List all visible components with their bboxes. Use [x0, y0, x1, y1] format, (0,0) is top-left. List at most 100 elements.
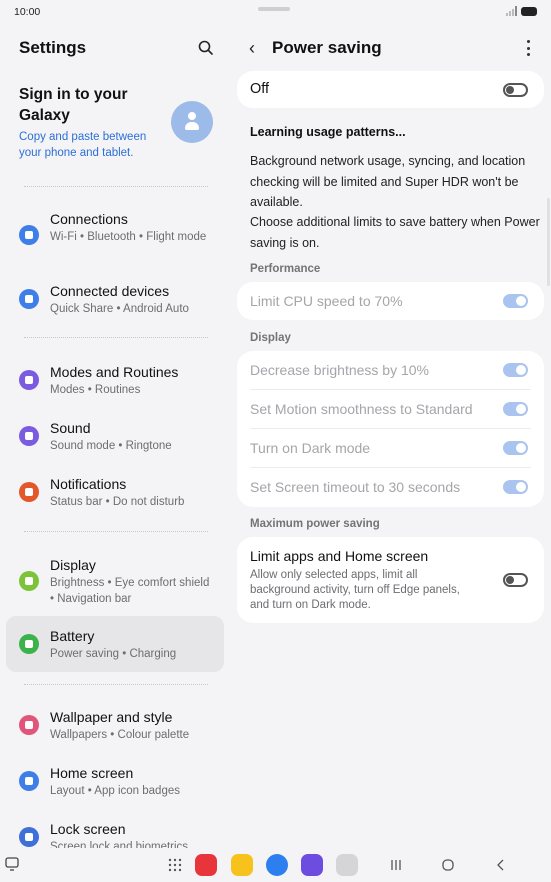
display-icon: [19, 571, 39, 591]
menu-item-subtitle: Wi-Fi • Bluetooth • Flight mode: [50, 231, 207, 243]
menu-item-wallpaper[interactable]: Wallpaper and style Wallpapers • Colour …: [6, 708, 224, 743]
menu-item-battery[interactable]: Battery Power saving • Charging: [6, 616, 224, 672]
divider: [24, 531, 208, 532]
divider: [24, 186, 208, 187]
description: Background network usage, syncing, and l…: [250, 154, 526, 209]
max-power-saving-desc: Allow only selected apps, limit all back…: [250, 569, 460, 611]
sound-icon: [19, 426, 39, 446]
wallpaper-icon: [19, 715, 39, 735]
menu-item-title: Connected devices: [50, 283, 170, 299]
menu-item-title: Connections: [50, 211, 128, 227]
performance-card: Limit CPU speed to 70%: [237, 282, 544, 320]
menu-item-display[interactable]: Display Brightness • Eye comfort shield …: [6, 556, 224, 607]
menu-item-notifications[interactable]: Notifications Status bar • Do not distur…: [6, 475, 224, 510]
menu-item-subtitle: Status bar • Do not disturb: [50, 496, 185, 508]
menu-item-subtitle: Layout • App icon badges: [50, 785, 180, 797]
search-icon[interactable]: [196, 38, 216, 58]
section-performance: Performance: [250, 263, 321, 275]
battery-status-icon: [521, 6, 537, 16]
brightness-row: Decrease brightness by 10%: [250, 362, 429, 378]
avatar[interactable]: [171, 101, 213, 143]
battery-icon: [19, 634, 39, 654]
app-icon-yellow[interactable]: [231, 854, 253, 876]
menu-item-connections[interactable]: Connections Wi-Fi • Bluetooth • Flight m…: [6, 210, 224, 245]
menu-item-subtitle: Brightness • Eye comfort shield • Naviga…: [50, 577, 210, 605]
master-label: Off: [250, 81, 270, 97]
max-power-saving-card[interactable]: Limit apps and Home screen Allow only se…: [237, 537, 544, 623]
menu-item-lock-screen[interactable]: Lock screen Screen lock and biometrics: [6, 820, 224, 848]
dark-mode-row: Turn on Dark mode: [250, 440, 371, 456]
power-saving-pane: ‹ Power saving Off Learning usage patter…: [237, 26, 545, 848]
camera-icon[interactable]: [336, 854, 358, 876]
motion-smoothness-row: Set Motion smoothness to Standard: [250, 401, 473, 417]
max-power-saving-toggle[interactable]: [503, 573, 528, 587]
menu-item-title: Lock screen: [50, 821, 126, 837]
account-subtitle: Copy and paste between your phone and ta…: [19, 131, 147, 159]
section-maximum: Maximum power saving: [250, 518, 380, 530]
power-saving-master-card[interactable]: Off: [237, 71, 544, 108]
app-icon-red[interactable]: [195, 854, 217, 876]
status-icons: [506, 6, 537, 16]
dark-mode-toggle[interactable]: [503, 441, 528, 455]
menu-item-title: Home screen: [50, 765, 134, 781]
home-button-icon[interactable]: [441, 858, 455, 872]
lock-icon: [19, 827, 39, 847]
modes-icon: [19, 370, 39, 390]
menu-item-connected-devices[interactable]: Connected devices Quick Share • Android …: [6, 282, 224, 317]
scrollbar[interactable]: [547, 198, 550, 286]
menu-item-sound[interactable]: Sound Sound mode • Ringtone: [6, 419, 224, 454]
status-bar: 10:00: [0, 0, 551, 26]
menu-item-title: Modes and Routines: [50, 364, 179, 380]
row-divider: [250, 389, 531, 390]
app-drawer-icon[interactable]: [168, 858, 182, 872]
back-button-icon[interactable]: [494, 858, 508, 872]
motion-smoothness-toggle[interactable]: [503, 402, 528, 416]
drag-handle[interactable]: [258, 7, 290, 11]
menu-item-title: Battery: [50, 628, 95, 644]
keyboard-icon[interactable]: [5, 857, 19, 871]
cpu-limit-toggle[interactable]: [503, 294, 528, 308]
more-options-icon[interactable]: [525, 40, 531, 56]
max-power-saving-title: Limit apps and Home screen: [250, 548, 429, 564]
divider: [24, 337, 208, 338]
menu-item-title: Wallpaper and style: [50, 709, 173, 725]
row-divider: [250, 467, 531, 468]
power-saving-toggle[interactable]: [503, 83, 528, 97]
app-icon-purple[interactable]: [301, 854, 323, 876]
back-arrow-icon[interactable]: ‹: [249, 38, 265, 59]
learning-status: Learning usage patterns...: [250, 125, 406, 139]
account-title: Sign in to your Galaxy: [19, 86, 128, 124]
menu-item-subtitle: Wallpapers • Colour palette: [50, 729, 190, 741]
menu-item-subtitle: Quick Share • Android Auto: [50, 303, 189, 315]
settings-title: Settings: [19, 38, 87, 57]
menu-item-title: Sound: [50, 420, 91, 436]
cpu-limit-label: Limit CPU speed to 70%: [250, 293, 403, 309]
menu-item-subtitle: Sound mode • Ringtone: [50, 440, 172, 452]
menu-item-subtitle: Screen lock and biometrics: [50, 841, 189, 848]
settings-pane: Settings Sign in to your Galaxy Copy and…: [0, 26, 230, 848]
notification-icon: [19, 482, 39, 502]
row-divider: [250, 428, 531, 429]
recents-icon[interactable]: [389, 858, 403, 872]
status-time: 10:00: [14, 6, 41, 18]
connected-devices-icon: [19, 289, 39, 309]
screen-timeout-toggle[interactable]: [503, 480, 528, 494]
signal-icon: [506, 6, 517, 16]
messages-icon[interactable]: [266, 854, 288, 876]
section-display: Display: [250, 332, 291, 344]
navigation-bar: [0, 848, 551, 882]
page-title: Power saving: [272, 38, 382, 57]
menu-item-title: Notifications: [50, 476, 127, 492]
menu-item-title: Display: [50, 557, 96, 573]
screen-timeout-row: Set Screen timeout to 30 seconds: [250, 479, 461, 495]
wifi-icon: [19, 225, 39, 245]
divider: [24, 684, 208, 685]
display-card: Decrease brightness by 10% Set Motion sm…: [237, 351, 544, 507]
menu-item-subtitle: Modes • Routines: [50, 384, 141, 396]
menu-item-subtitle: Power saving • Charging: [50, 648, 177, 660]
description-2: Choose additional limits to save battery…: [250, 215, 540, 250]
brightness-toggle[interactable]: [503, 363, 528, 377]
home-icon: [19, 771, 39, 791]
menu-item-modes-routines[interactable]: Modes and Routines Modes • Routines: [6, 363, 224, 398]
menu-item-home-screen[interactable]: Home screen Layout • App icon badges: [6, 764, 224, 799]
